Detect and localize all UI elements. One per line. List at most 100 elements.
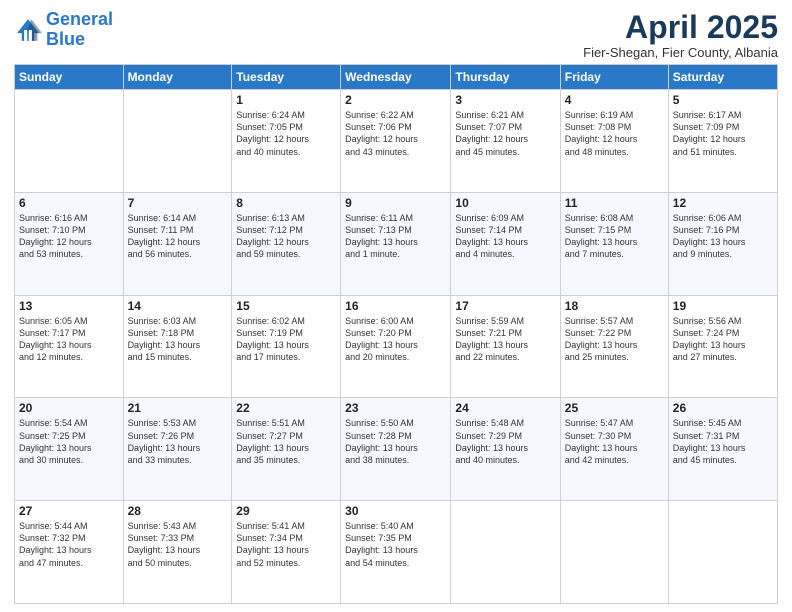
calendar-week-0: 1Sunrise: 6:24 AM Sunset: 7:05 PM Daylig… [15,90,778,193]
day-info: Sunrise: 6:09 AM Sunset: 7:14 PM Dayligh… [455,212,555,261]
calendar-cell: 27 Sunrise: 5:44 AM Sunset: 7:32 PM Dayli… [15,501,124,604]
day-info: Sunrise: 5:56 AM Sunset: 7:24 PM Dayligh… [673,315,773,364]
calendar-cell: 26 Sunrise: 5:45 AM Sunset: 7:31 PM Dayli… [668,398,777,501]
day-info: Sunrise: 5:53 AM Sunset: 7:26 PM Dayligh… [128,417,228,466]
calendar-cell: 7 Sunrise: 6:14 AM Sunset: 7:11 PM Daylig… [123,192,232,295]
day-number: 14 [128,299,228,313]
calendar-week-1: 6 Sunrise: 6:16 AM Sunset: 7:10 PM Daylig… [15,192,778,295]
calendar-cell: 29 Sunrise: 5:41 AM Sunset: 7:34 PM Dayli… [232,501,341,604]
calendar-cell: 21 Sunrise: 5:53 AM Sunset: 7:26 PM Dayli… [123,398,232,501]
day-number: 17 [455,299,555,313]
calendar-cell: 14 Sunrise: 6:03 AM Sunset: 7:18 PM Dayli… [123,295,232,398]
day-number: 28 [128,504,228,518]
day-info: Sunrise: 6:08 AM Sunset: 7:15 PM Dayligh… [565,212,664,261]
calendar-cell: 30 Sunrise: 5:40 AM Sunset: 7:35 PM Dayli… [341,501,451,604]
day-info: Sunrise: 6:11 AM Sunset: 7:13 PM Dayligh… [345,212,446,261]
day-number: 22 [236,401,336,415]
day-info: Sunrise: 5:51 AM Sunset: 7:27 PM Dayligh… [236,417,336,466]
calendar-cell: 12 Sunrise: 6:06 AM Sunset: 7:16 PM Dayli… [668,192,777,295]
day-info: Sunrise: 6:21 AM Sunset: 7:07 PM Dayligh… [455,109,555,158]
col-thursday: Thursday [451,65,560,90]
day-number: 16 [345,299,446,313]
calendar-cell: 18Sunrise: 5:57 AM Sunset: 7:22 PM Dayli… [560,295,668,398]
day-number: 20 [19,401,119,415]
calendar-cell: 19 Sunrise: 5:56 AM Sunset: 7:24 PM Dayli… [668,295,777,398]
day-info: Sunrise: 5:50 AM Sunset: 7:28 PM Dayligh… [345,417,446,466]
page: General Blue April 2025 Fier-Shegan, Fie… [0,0,792,612]
logo-text: General Blue [46,10,113,50]
calendar-cell: 23 Sunrise: 5:50 AM Sunset: 7:28 PM Dayli… [341,398,451,501]
day-info: Sunrise: 6:16 AM Sunset: 7:10 PM Dayligh… [19,212,119,261]
calendar-cell: 28 Sunrise: 5:43 AM Sunset: 7:33 PM Dayli… [123,501,232,604]
calendar-header-row: Sunday Monday Tuesday Wednesday Thursday… [15,65,778,90]
col-saturday: Saturday [668,65,777,90]
day-info: Sunrise: 5:41 AM Sunset: 7:34 PM Dayligh… [236,520,336,569]
col-sunday: Sunday [15,65,124,90]
calendar-cell: 2Sunrise: 6:22 AM Sunset: 7:06 PM Daylig… [341,90,451,193]
calendar-cell: 22 Sunrise: 5:51 AM Sunset: 7:27 PM Dayli… [232,398,341,501]
calendar-cell: 17 Sunrise: 5:59 AM Sunset: 7:21 PM Dayli… [451,295,560,398]
day-number: 29 [236,504,336,518]
day-info: Sunrise: 6:02 AM Sunset: 7:19 PM Dayligh… [236,315,336,364]
title-block: April 2025 Fier-Shegan, Fier County, Alb… [583,10,778,60]
month-title: April 2025 [583,10,778,45]
logo-general: General [46,9,113,29]
day-number: 2 [345,93,446,107]
day-number: 30 [345,504,446,518]
calendar-cell: 24 Sunrise: 5:48 AM Sunset: 7:29 PM Dayli… [451,398,560,501]
col-wednesday: Wednesday [341,65,451,90]
day-number: 15 [236,299,336,313]
day-number: 19 [673,299,773,313]
day-info: Sunrise: 5:57 AM Sunset: 7:22 PM Dayligh… [565,315,664,364]
calendar-cell [15,90,124,193]
day-info: Sunrise: 5:47 AM Sunset: 7:30 PM Dayligh… [565,417,664,466]
logo: General Blue [14,10,113,50]
day-info: Sunrise: 6:06 AM Sunset: 7:16 PM Dayligh… [673,212,773,261]
calendar-week-3: 20 Sunrise: 5:54 AM Sunset: 7:25 PM Dayli… [15,398,778,501]
logo-blue: Blue [46,29,85,49]
calendar-cell: 20 Sunrise: 5:54 AM Sunset: 7:25 PM Dayli… [15,398,124,501]
calendar-cell: 15 Sunrise: 6:02 AM Sunset: 7:19 PM Dayli… [232,295,341,398]
calendar-cell: 13Sunrise: 6:05 AM Sunset: 7:17 PM Dayli… [15,295,124,398]
day-info: Sunrise: 6:19 AM Sunset: 7:08 PM Dayligh… [565,109,664,158]
location: Fier-Shegan, Fier County, Albania [583,45,778,60]
day-number: 8 [236,196,336,210]
day-number: 4 [565,93,664,107]
calendar-body: 1Sunrise: 6:24 AM Sunset: 7:05 PM Daylig… [15,90,778,604]
day-info: Sunrise: 5:48 AM Sunset: 7:29 PM Dayligh… [455,417,555,466]
col-monday: Monday [123,65,232,90]
day-number: 26 [673,401,773,415]
day-info: Sunrise: 5:54 AM Sunset: 7:25 PM Dayligh… [19,417,119,466]
calendar-week-2: 13Sunrise: 6:05 AM Sunset: 7:17 PM Dayli… [15,295,778,398]
day-info: Sunrise: 5:43 AM Sunset: 7:33 PM Dayligh… [128,520,228,569]
day-number: 23 [345,401,446,415]
col-tuesday: Tuesday [232,65,341,90]
calendar-cell: 3Sunrise: 6:21 AM Sunset: 7:07 PM Daylig… [451,90,560,193]
calendar: Sunday Monday Tuesday Wednesday Thursday… [14,64,778,604]
col-friday: Friday [560,65,668,90]
calendar-cell: 4 Sunrise: 6:19 AM Sunset: 7:08 PM Daylig… [560,90,668,193]
calendar-cell: 1Sunrise: 6:24 AM Sunset: 7:05 PM Daylig… [232,90,341,193]
day-info: Sunrise: 5:40 AM Sunset: 7:35 PM Dayligh… [345,520,446,569]
day-info: Sunrise: 5:44 AM Sunset: 7:32 PM Dayligh… [19,520,119,569]
day-number: 6 [19,196,119,210]
day-number: 24 [455,401,555,415]
day-info: Sunrise: 6:17 AM Sunset: 7:09 PM Dayligh… [673,109,773,158]
calendar-cell: 16 Sunrise: 6:00 AM Sunset: 7:20 PM Dayli… [341,295,451,398]
day-info: Sunrise: 6:14 AM Sunset: 7:11 PM Dayligh… [128,212,228,261]
day-number: 21 [128,401,228,415]
day-info: Sunrise: 6:03 AM Sunset: 7:18 PM Dayligh… [128,315,228,364]
day-number: 7 [128,196,228,210]
day-info: Sunrise: 5:59 AM Sunset: 7:21 PM Dayligh… [455,315,555,364]
day-number: 11 [565,196,664,210]
day-number: 5 [673,93,773,107]
day-info: Sunrise: 6:00 AM Sunset: 7:20 PM Dayligh… [345,315,446,364]
calendar-cell [123,90,232,193]
calendar-cell: 11 Sunrise: 6:08 AM Sunset: 7:15 PM Dayli… [560,192,668,295]
header: General Blue April 2025 Fier-Shegan, Fie… [14,10,778,60]
day-number: 27 [19,504,119,518]
day-info: Sunrise: 5:45 AM Sunset: 7:31 PM Dayligh… [673,417,773,466]
calendar-cell: 6 Sunrise: 6:16 AM Sunset: 7:10 PM Daylig… [15,192,124,295]
calendar-cell: 10Sunrise: 6:09 AM Sunset: 7:14 PM Dayli… [451,192,560,295]
day-number: 12 [673,196,773,210]
